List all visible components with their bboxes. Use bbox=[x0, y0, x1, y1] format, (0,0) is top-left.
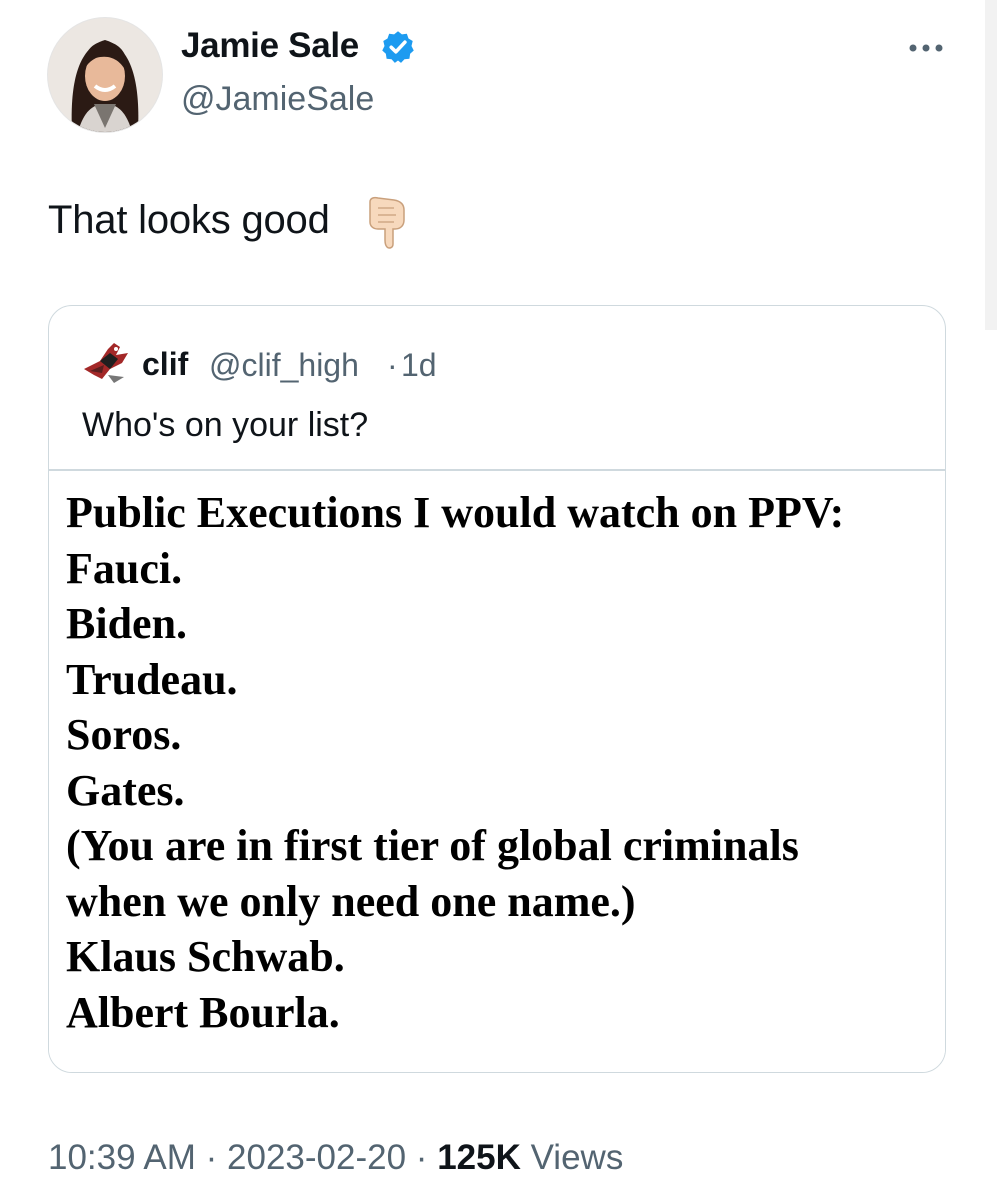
image-text-line: Albert Bourla. bbox=[66, 987, 340, 1037]
image-text-line: Fauci. bbox=[66, 543, 183, 593]
display-name[interactable]: Jamie Sale bbox=[181, 26, 359, 66]
image-text-line: Klaus Schwab. bbox=[66, 932, 345, 981]
backhand-index-pointing-down-icon bbox=[369, 196, 405, 249]
quoted-tweet-text: Who's on your list? bbox=[82, 406, 369, 444]
image-text-block: Public Executions I would watch on PPV: … bbox=[66, 485, 844, 1040]
image-text-line: (You are in first tier of global crimina… bbox=[66, 821, 799, 870]
quoted-handle[interactable]: @clif_high bbox=[209, 347, 359, 384]
tweet-text: That looks good bbox=[48, 198, 330, 242]
avatar-photo bbox=[48, 18, 162, 132]
image-text-line: Biden. bbox=[66, 599, 188, 648]
tweet-meta: 10:39 AM · 2023-02-20 · 125K Views bbox=[48, 1138, 623, 1178]
avatar[interactable] bbox=[48, 18, 162, 132]
views-count[interactable]: 125K bbox=[437, 1138, 521, 1177]
tweet-time[interactable]: 10:39 AM bbox=[48, 1138, 196, 1177]
image-text-line: Gates. bbox=[66, 765, 185, 815]
quoted-tweet-card[interactable]: clif @clif_high · 1d Who's on your list?… bbox=[48, 305, 946, 1073]
more-options-icon[interactable] bbox=[905, 38, 947, 58]
quoted-separator: · bbox=[387, 347, 398, 383]
quoted-author-avatar[interactable] bbox=[80, 339, 132, 385]
image-text-line: Public Executions I would watch on PPV: bbox=[66, 488, 845, 537]
image-text-line: Trudeau. bbox=[66, 654, 238, 704]
meta-separator: · bbox=[205, 1138, 218, 1177]
image-text-line: Soros. bbox=[66, 710, 182, 759]
quoted-display-name[interactable]: clif bbox=[142, 346, 188, 383]
author-handle[interactable]: @JamieSale bbox=[181, 80, 374, 119]
verified-badge-icon bbox=[382, 31, 414, 63]
meta-separator: · bbox=[415, 1138, 428, 1177]
views-label: Views bbox=[530, 1138, 624, 1177]
quoted-age: 1d bbox=[401, 347, 437, 383]
tweet-date[interactable]: 2023-02-20 bbox=[227, 1138, 406, 1177]
scroll-edge bbox=[985, 0, 997, 330]
image-text-line: when we only need one name.) bbox=[66, 876, 636, 926]
quoted-tweet-image[interactable]: Public Executions I would watch on PPV: … bbox=[49, 471, 945, 1072]
